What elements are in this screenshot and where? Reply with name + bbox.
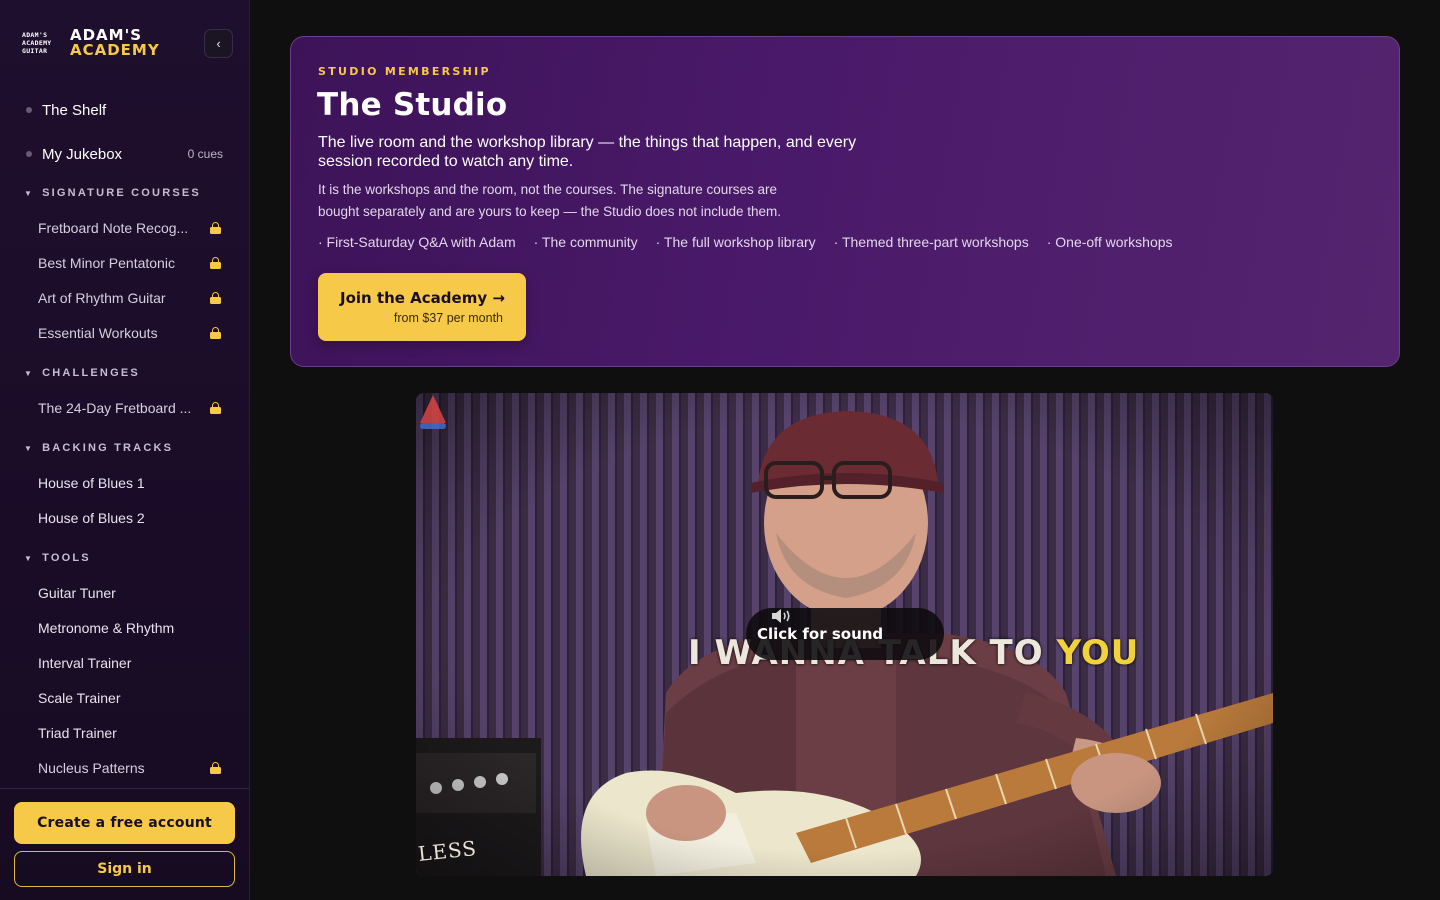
sidebar-item-essential-workouts[interactable]: Essential Workouts xyxy=(38,321,224,345)
sidebar-item-label: The 24-Day Fretboard ... xyxy=(38,400,192,416)
section-tools[interactable]: ▼ TOOLS xyxy=(24,552,91,564)
click-for-sound-button[interactable]: Click for sound xyxy=(746,608,944,660)
sidebar-item-label: Essential Workouts xyxy=(38,325,158,341)
hero-lead-text: The live room and the workshop library —… xyxy=(318,134,857,170)
sidebar-item-house-of-blues-1[interactable]: House of Blues 1 xyxy=(38,471,224,495)
intro-video-player[interactable]: I WANNA TALK TO YOU LESS Click for sound xyxy=(416,393,1273,876)
studio-membership-card: STUDIO MEMBERSHIP The Studio The live ro… xyxy=(290,36,1400,367)
sidebar-item-metronome-rhythm[interactable]: Metronome & Rhythm xyxy=(38,616,224,640)
sidebar-item-label: Interval Trainer xyxy=(38,655,132,671)
sidebar-item-interval-trainer[interactable]: Interval Trainer xyxy=(38,651,224,675)
join-academy-button[interactable]: Join the Academy → from $37 per month xyxy=(318,273,526,341)
sidebar-item-label: Art of Rhythm Guitar xyxy=(38,290,166,306)
sidebar-item-art-of-rhythm-guitar[interactable]: Art of Rhythm Guitar xyxy=(38,286,224,310)
section-title: BACKING TRACKS xyxy=(42,442,174,454)
sidebar-item-label: Triad Trainer xyxy=(38,725,117,741)
chevron-down-icon: ▼ xyxy=(24,443,35,453)
primary-nav: The Shelf My Jukebox 0 cues xyxy=(0,88,249,176)
bullet-icon xyxy=(26,151,32,157)
sidebar: ADAM'S ACADEMY GUITAR ADAM'S ACADEMY ‹ T… xyxy=(0,0,250,900)
section-title: SIGNATURE COURSES xyxy=(42,187,201,199)
section-title: CHALLENGES xyxy=(42,367,140,379)
cta-label: Join the Academy → xyxy=(340,289,505,307)
feature-item: · First-Saturday Q&A with Adam xyxy=(318,234,516,250)
lock-icon xyxy=(210,292,221,304)
feature-item: · Themed three-part workshops xyxy=(833,234,1029,250)
sidebar-item-house-of-blues-2[interactable]: House of Blues 2 xyxy=(38,506,224,530)
chevron-down-icon: ▼ xyxy=(24,368,35,378)
channel-watermark-icon xyxy=(420,395,446,429)
page-title: The Studio xyxy=(317,87,508,123)
cta-price: from $37 per month xyxy=(393,311,503,325)
feature-list: · First-Saturday Q&A with Adam · The com… xyxy=(318,234,1191,250)
sidebar-item-24-day-fretboard[interactable]: The 24-Day Fretboard ... xyxy=(38,396,224,420)
section-signature-courses[interactable]: ▼ SIGNATURE COURSES xyxy=(24,187,201,199)
sidebar-item-label: Guitar Tuner xyxy=(38,585,116,601)
sidebar-item-best-minor-pentatonic[interactable]: Best Minor Pentatonic xyxy=(38,251,224,275)
sidebar-item-label: Scale Trainer xyxy=(38,690,121,706)
brand-line-2: ACADEMY xyxy=(70,41,160,59)
speaker-icon xyxy=(772,609,790,623)
sidebar-item-label: Metronome & Rhythm xyxy=(38,620,175,636)
sidebar-footer: Create a free account Sign in xyxy=(0,788,249,900)
sidebar-item-label: Nucleus Patterns xyxy=(38,760,145,776)
sidebar-item-label: Best Minor Pentatonic xyxy=(38,255,175,271)
feature-item: · The community xyxy=(533,234,638,250)
nav-item-my-jukebox[interactable]: My Jukebox 0 cues xyxy=(0,132,249,176)
nav-item-label: My Jukebox xyxy=(42,145,123,163)
section-challenges[interactable]: ▼ CHALLENGES xyxy=(24,367,140,379)
bullet-icon xyxy=(26,107,32,113)
lock-icon xyxy=(210,257,221,269)
lock-icon xyxy=(210,762,221,774)
hero-sub-text: It is the workshops and the room, not th… xyxy=(318,182,782,219)
nav-item-label: The Shelf xyxy=(42,101,107,119)
sidebar-item-label: House of Blues 1 xyxy=(38,475,145,491)
chevron-down-icon: ▼ xyxy=(24,553,35,563)
section-backing-tracks[interactable]: ▼ BACKING TRACKS xyxy=(24,442,173,454)
feature-item: · The full workshop library xyxy=(655,234,816,250)
feature-item: · One-off workshops xyxy=(1046,234,1173,250)
lock-icon xyxy=(210,402,221,414)
sidebar-item-guitar-tuner[interactable]: Guitar Tuner xyxy=(38,581,224,605)
jukebox-cue-count: 0 cues xyxy=(187,147,223,161)
sidebar-item-scale-trainer[interactable]: Scale Trainer xyxy=(38,686,224,710)
sidebar-item-label: Fretboard Note Recog... xyxy=(38,220,189,236)
caption-highlight: YOU xyxy=(1056,633,1140,673)
brand-logo[interactable]: ADAM'S ACADEMY GUITAR ADAM'S ACADEMY xyxy=(22,28,160,58)
sidebar-item-triad-trainer[interactable]: Triad Trainer xyxy=(38,721,224,745)
logo-mark: ADAM'S ACADEMY GUITAR xyxy=(22,31,52,55)
chevron-left-icon: ‹ xyxy=(216,36,221,51)
create-account-button[interactable]: Create a free account xyxy=(14,802,235,844)
sidebar-item-label: House of Blues 2 xyxy=(38,510,145,526)
sidebar-item-nucleus-patterns[interactable]: Nucleus Patterns xyxy=(38,756,224,780)
chevron-down-icon: ▼ xyxy=(24,188,35,198)
eyebrow-label: STUDIO MEMBERSHIP xyxy=(318,65,491,78)
sign-in-button[interactable]: Sign in xyxy=(14,851,235,887)
lock-icon xyxy=(210,327,221,339)
section-title: TOOLS xyxy=(42,552,91,564)
lock-icon xyxy=(210,222,221,234)
sidebar-item-fretboard-note-recognition[interactable]: Fretboard Note Recog... xyxy=(38,216,224,240)
nav-item-the-shelf[interactable]: The Shelf xyxy=(0,88,249,132)
collapse-sidebar-button[interactable]: ‹ xyxy=(204,29,233,58)
brand-name: ADAM'S ACADEMY xyxy=(70,28,160,58)
sound-label: Click for sound xyxy=(757,625,884,643)
